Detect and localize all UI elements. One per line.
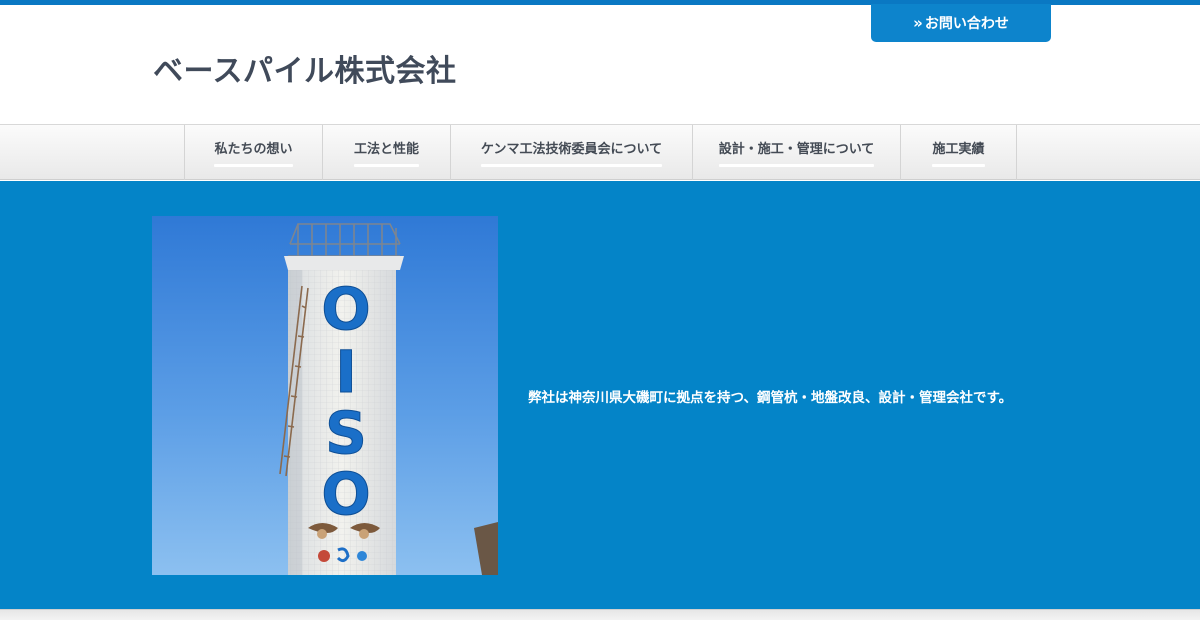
tower-letter: S	[325, 399, 367, 467]
hero-section: O I S O 弊社は神奈川県大磯町に拠点を持つ、鋼管杭・地盤改良、設計・管理会…	[0, 181, 1200, 609]
contact-button[interactable]: » お問い合わせ	[871, 4, 1051, 42]
nav-item-our-thoughts[interactable]: 私たちの想い	[185, 125, 323, 180]
main-nav: 私たちの想い 工法と性能 ケンマ工法技術委員会について 設計・施工・管理について	[0, 124, 1200, 180]
tower-letter: O	[321, 275, 370, 343]
tower-letter: O	[321, 460, 370, 528]
nav-list: 私たちの想い 工法と性能 ケンマ工法技術委員会について 設計・施工・管理について	[184, 125, 1017, 180]
section-divider	[0, 609, 1200, 620]
tower-letter: I	[335, 338, 357, 406]
company-tagline: 弊社は神奈川県大磯町に拠点を持つ、鋼管杭・地盤改良、設計・管理会社です。	[528, 390, 1013, 406]
site-title[interactable]: ベースパイル株式会社	[153, 46, 457, 90]
nav-item-design-construction[interactable]: 設計・施工・管理について	[693, 125, 901, 180]
nav-item-underline	[214, 164, 293, 167]
double-chevron-right-icon: »	[913, 14, 923, 32]
nav-item-underline	[353, 164, 419, 167]
nav-item-label: ケンマ工法技術委員会について	[480, 142, 663, 157]
nav-item-underline	[932, 164, 985, 167]
nav-item-method-performance[interactable]: 工法と性能	[323, 125, 451, 180]
nav-item-label: 私たちの想い	[214, 142, 293, 157]
nav-item-underline	[718, 164, 875, 167]
contact-button-label: お問い合わせ	[924, 16, 1009, 32]
nav-item-achievements[interactable]: 施工実績	[901, 125, 1017, 180]
nav-item-label: 施工実績	[932, 142, 985, 157]
nav-item-label: 工法と性能	[353, 142, 419, 157]
nav-item-label: 設計・施工・管理について	[718, 142, 875, 157]
oiso-tower-photo: O I S O	[152, 216, 498, 575]
nav-item-underline	[480, 164, 663, 167]
nav-item-kenma-committee[interactable]: ケンマ工法技術委員会について	[451, 125, 693, 180]
